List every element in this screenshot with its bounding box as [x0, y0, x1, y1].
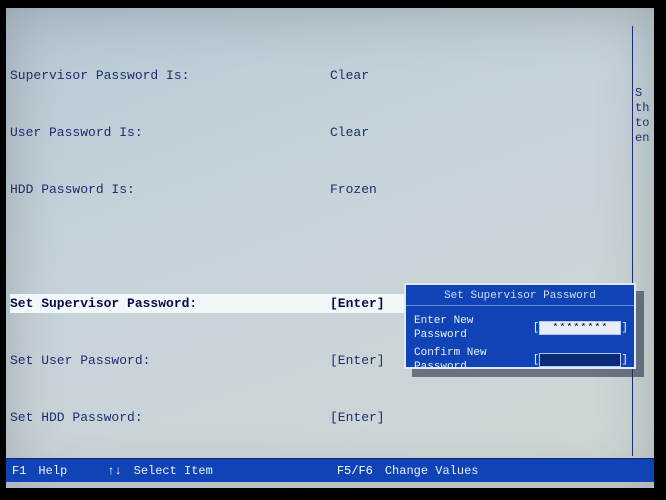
status-hdd-label: HDD Password Is:: [10, 180, 330, 199]
enter-new-password-row[interactable]: Enter New Password [ ]: [414, 314, 628, 342]
set-user-label: Set User Password:: [10, 351, 330, 370]
footer-arrows-key: ↑↓: [101, 464, 127, 478]
status-user-row: User Password Is: Clear: [10, 123, 530, 142]
enter-new-password-label: Enter New Password: [414, 314, 533, 342]
help-pane: S th to en: [632, 26, 654, 456]
footer-f1-label: Help: [32, 464, 73, 478]
confirm-new-password-label: Confirm New Password: [414, 346, 533, 374]
confirm-new-password-input[interactable]: [539, 353, 621, 367]
status-user-label: User Password Is:: [10, 123, 330, 142]
footer-f5f6-label: Change Values: [379, 464, 485, 478]
set-hdd-value: [Enter]: [330, 408, 530, 427]
status-supervisor-value: Clear: [330, 66, 530, 85]
status-hdd-value: Frozen: [330, 180, 530, 199]
set-supervisor-label: Set Supervisor Password:: [10, 294, 330, 313]
set-hdd-label: Set HDD Password:: [10, 408, 330, 427]
footer-f5f6-key: F5/F6: [331, 464, 379, 478]
confirm-new-password-row[interactable]: Confirm New Password [ ]: [414, 346, 628, 374]
bracket-open-icon: [: [533, 353, 540, 367]
help-line-2: th: [635, 101, 652, 116]
bios-screen: Supervisor Password Is: Clear User Passw…: [6, 8, 654, 488]
bracket-close-icon: ]: [621, 353, 628, 367]
help-line-3: to: [635, 116, 652, 131]
help-line-1: S: [635, 86, 652, 101]
bios-content: Supervisor Password Is: Clear User Passw…: [10, 28, 530, 488]
bracket-close-icon: ]: [621, 321, 628, 335]
set-hdd-row[interactable]: Set HDD Password: [Enter]: [10, 408, 530, 427]
dialog-title: Set Supervisor Password: [406, 285, 634, 306]
status-user-value: Clear: [330, 123, 530, 142]
status-supervisor-row: Supervisor Password Is: Clear: [10, 66, 530, 85]
enter-new-password-input[interactable]: [539, 321, 621, 335]
footer-f1-key: F1: [6, 464, 32, 478]
set-supervisor-password-dialog: Set Supervisor Password Enter New Passwo…: [404, 283, 636, 369]
help-line-4: en: [635, 131, 652, 146]
footer-bar: F1 Help ↑↓ Select Item F5/F6 Change Valu…: [6, 458, 654, 482]
status-supervisor-label: Supervisor Password Is:: [10, 66, 330, 85]
footer-arrows-label: Select Item: [128, 464, 219, 478]
bracket-open-icon: [: [533, 321, 540, 335]
status-hdd-row: HDD Password Is: Frozen: [10, 180, 530, 199]
